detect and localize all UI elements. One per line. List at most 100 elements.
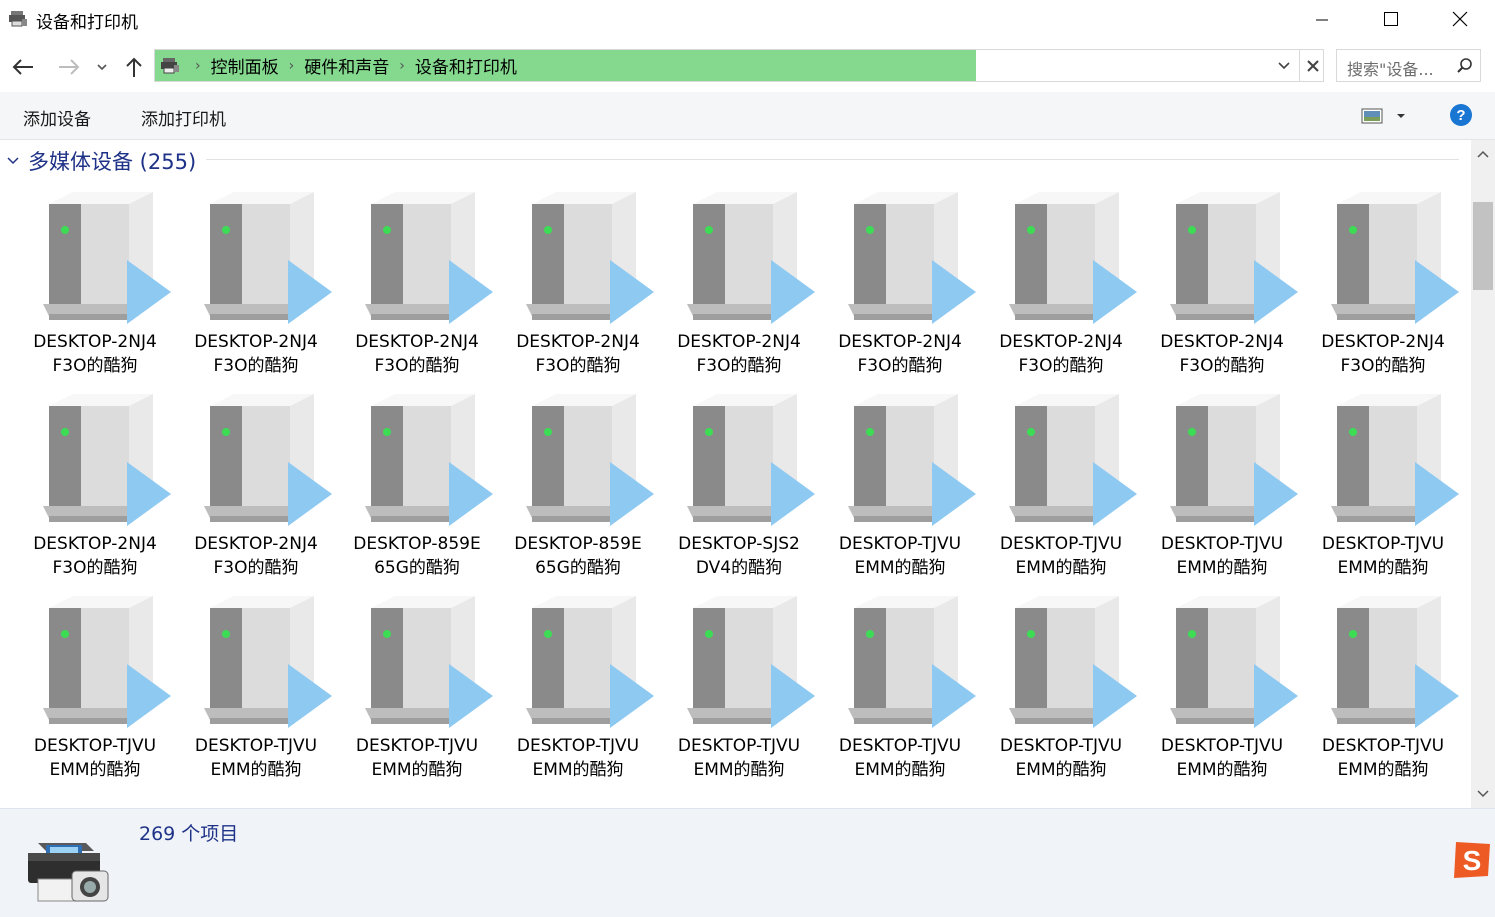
device-label: DESKTOP-TJVU EMM的酷狗 [1142,532,1302,580]
device-item[interactable]: DESKTOP-2NJ4 F3O的酷狗 [15,192,175,392]
back-button[interactable] [10,54,36,80]
device-name-line1: DESKTOP-TJVU [355,736,479,756]
device-item[interactable]: DESKTOP-TJVU EMM的酷狗 [981,596,1141,796]
sogou-ime-icon[interactable]: S [1450,838,1495,882]
device-label: DESKTOP-TJVU EMM的酷狗 [176,734,336,782]
device-item[interactable]: DESKTOP-2NJ4 F3O的酷狗 [15,394,175,594]
scroll-down-button[interactable] [1471,780,1495,808]
device-item[interactable]: DESKTOP-2NJ4 F3O的酷狗 [659,192,819,392]
device-name-line1: DESKTOP-859E [353,534,481,554]
media-server-icon [1331,192,1459,324]
device-item[interactable]: DESKTOP-SJS2 DV4的酷狗 [659,394,819,594]
device-item[interactable]: DESKTOP-2NJ4 F3O的酷狗 [820,192,980,392]
recent-locations-button[interactable] [90,54,114,80]
device-item[interactable]: DESKTOP-2NJ4 F3O的酷狗 [1142,192,1302,392]
device-name-line2: EMM的酷狗 [532,760,624,780]
scroll-up-button[interactable] [1471,140,1495,168]
device-item[interactable]: DESKTOP-TJVU EMM的酷狗 [820,394,980,594]
device-label: DESKTOP-TJVU EMM的酷狗 [15,734,175,782]
device-name-line2: EMM的酷狗 [1015,558,1107,578]
device-label: DESKTOP-859E 65G的酷狗 [498,532,658,580]
maximize-button[interactable] [1356,0,1426,38]
device-name-line2: F3O的酷狗 [696,356,782,376]
device-name-line1: DESKTOP-TJVU [1160,736,1284,756]
device-label: DESKTOP-TJVU EMM的酷狗 [659,734,819,782]
device-item[interactable]: DESKTOP-2NJ4 F3O的酷狗 [337,192,497,392]
device-item[interactable]: DESKTOP-TJVU EMM的酷狗 [981,394,1141,594]
device-name-line1: DESKTOP-TJVU [999,534,1123,554]
breadcrumb-hardware-sound[interactable]: 硬件和声音 [304,53,389,78]
device-item[interactable]: DESKTOP-2NJ4 F3O的酷狗 [981,192,1141,392]
device-label: DESKTOP-TJVU EMM的酷狗 [981,734,1141,782]
device-item[interactable]: DESKTOP-TJVU EMM的酷狗 [15,596,175,796]
device-name-line2: F3O的酷狗 [374,356,460,376]
device-label: DESKTOP-2NJ4 F3O的酷狗 [176,330,336,378]
breadcrumb-control-panel[interactable]: 控制面板 [211,53,279,78]
media-server-icon [365,192,493,324]
chevron-down-icon [7,157,19,165]
add-device-button[interactable]: 添加设备 [23,105,91,130]
address-bar[interactable]: › 控制面板 › 硬件和声音 › 设备和打印机 [154,49,1324,82]
search-input[interactable]: 搜索"设备... [1336,49,1481,82]
address-clear-button[interactable] [1299,50,1325,81]
media-server-icon [365,394,493,526]
device-name-line2: F3O的酷狗 [213,356,299,376]
device-name-line2: EMM的酷狗 [49,760,141,780]
device-item[interactable]: DESKTOP-859E 65G的酷狗 [498,394,658,594]
add-printer-button[interactable]: 添加打印机 [141,105,226,130]
media-server-icon [848,394,976,526]
device-item[interactable]: DESKTOP-2NJ4 F3O的酷狗 [176,192,336,392]
device-name-line2: EMM的酷狗 [1176,558,1268,578]
device-name-line1: DESKTOP-TJVU [838,534,962,554]
chevron-down-icon[interactable] [1395,108,1407,124]
minimize-button[interactable] [1287,0,1357,38]
device-label: DESKTOP-2NJ4 F3O的酷狗 [981,330,1141,378]
window-title: 设备和打印机 [36,13,138,33]
device-item[interactable]: DESKTOP-859E 65G的酷狗 [337,394,497,594]
device-name-line1: DESKTOP-TJVU [838,736,962,756]
device-item[interactable]: DESKTOP-TJVU EMM的酷狗 [1142,596,1302,796]
device-label: DESKTOP-2NJ4 F3O的酷狗 [498,330,658,378]
chevron-right-icon: › [288,57,295,74]
group-header[interactable]: 多媒体设备 (255) [6,148,196,174]
device-name-line2: F3O的酷狗 [1340,356,1426,376]
device-item[interactable]: DESKTOP-2NJ4 F3O的酷狗 [1303,192,1463,392]
device-name-line2: 65G的酷狗 [535,558,621,578]
device-label: DESKTOP-TJVU EMM的酷狗 [820,532,980,580]
device-item[interactable]: DESKTOP-2NJ4 F3O的酷狗 [498,192,658,392]
view-options-icon[interactable] [1361,108,1383,124]
address-history-button[interactable] [1271,50,1297,81]
device-item[interactable]: DESKTOP-2NJ4 F3O的酷狗 [176,394,336,594]
media-server-icon [526,192,654,324]
device-label: DESKTOP-2NJ4 F3O的酷狗 [337,330,497,378]
device-item[interactable]: DESKTOP-TJVU EMM的酷狗 [1303,394,1463,594]
device-item[interactable]: DESKTOP-TJVU EMM的酷狗 [1303,596,1463,796]
chevron-down-icon [97,64,107,71]
device-list-pane: 多媒体设备 (255) DESKTOP-2NJ4 F3O的酷狗 DESKTOP-2N… [0,140,1470,808]
help-icon[interactable]: ? [1449,103,1473,127]
minimize-icon [1316,19,1328,21]
vertical-scrollbar[interactable] [1471,140,1495,808]
device-item[interactable]: DESKTOP-TJVU EMM的酷狗 [176,596,336,796]
close-icon [1306,59,1319,72]
chevron-down-icon [1477,790,1489,798]
device-name-line2: F3O的酷狗 [1018,356,1104,376]
device-name-line1: DESKTOP-2NJ4 [838,332,962,352]
up-button[interactable] [121,54,147,80]
media-server-icon [204,596,332,728]
device-item[interactable]: DESKTOP-TJVU EMM的酷狗 [820,596,980,796]
close-button[interactable] [1425,0,1495,38]
forward-button[interactable] [56,54,82,80]
device-item[interactable]: DESKTOP-TJVU EMM的酷狗 [659,596,819,796]
device-item[interactable]: DESKTOP-TJVU EMM的酷狗 [337,596,497,796]
scroll-thumb[interactable] [1473,202,1493,290]
breadcrumb-devices-printers[interactable]: 设备和打印机 [415,53,517,78]
device-item[interactable]: DESKTOP-TJVU EMM的酷狗 [498,596,658,796]
item-count: 269 个项目 [139,823,239,845]
device-name-line1: DESKTOP-2NJ4 [1321,332,1445,352]
device-item[interactable]: DESKTOP-TJVU EMM的酷狗 [1142,394,1302,594]
device-name-line2: EMM的酷狗 [1015,760,1107,780]
device-name-line2: F3O的酷狗 [857,356,943,376]
device-label: DESKTOP-TJVU EMM的酷狗 [337,734,497,782]
device-label: DESKTOP-TJVU EMM的酷狗 [1303,532,1463,580]
